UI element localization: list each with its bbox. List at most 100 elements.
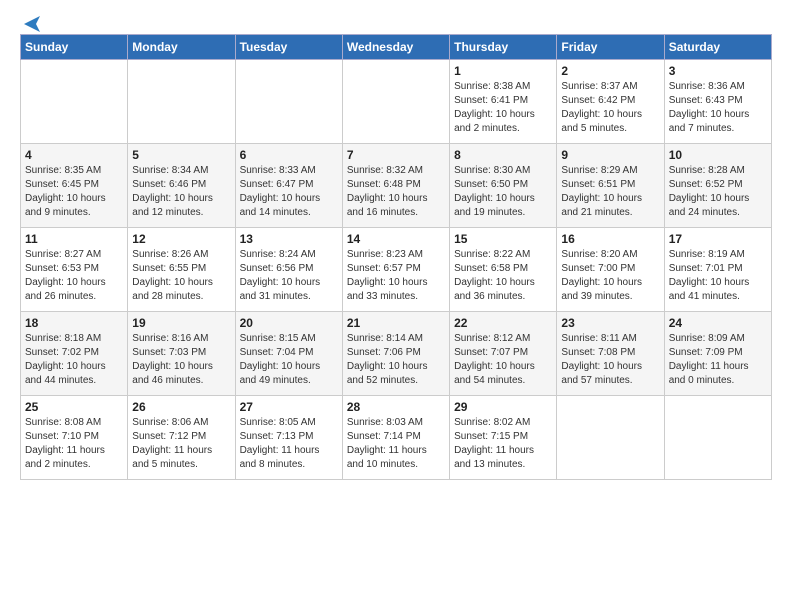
day-info: Sunrise: 8:23 AMSunset: 6:57 PMDaylight:…	[347, 248, 445, 304]
week-row-2: 11 Sunrise: 8:27 AMSunset: 6:53 PMDayligh…	[21, 228, 772, 312]
week-row-4: 25Sunrise: 8:08 AMSunset: 7:10 PMDayligh…	[21, 396, 772, 480]
cell-w1-d2: 6 Sunrise: 8:33 AMSunset: 6:47 PMDaylight…	[235, 144, 342, 228]
day-info: Sunrise: 8:29 AMSunset: 6:51 PMDaylight:…	[561, 164, 659, 220]
day-info: Sunrise: 8:33 AMSunset: 6:47 PMDaylight:…	[240, 164, 338, 220]
cell-w2-d6: 17 Sunrise: 8:19 AMSunset: 7:01 PMDayligh…	[664, 228, 771, 312]
week-row-0: 1 Sunrise: 8:38 AMSunset: 6:41 PMDaylight…	[21, 60, 772, 144]
day-number: 15	[454, 232, 552, 246]
cell-w3-d1: 19 Sunrise: 8:16 AMSunset: 7:03 PMDayligh…	[128, 312, 235, 396]
day-number: 14	[347, 232, 445, 246]
day-info: Sunrise: 8:24 AMSunset: 6:56 PMDaylight:…	[240, 248, 338, 304]
header-sunday: Sunday	[21, 35, 128, 60]
day-number: 26	[132, 400, 230, 414]
day-number: 28	[347, 400, 445, 414]
cell-w3-d0: 18 Sunrise: 8:18 AMSunset: 7:02 PMDayligh…	[21, 312, 128, 396]
day-number: 10	[669, 148, 767, 162]
day-number: 17	[669, 232, 767, 246]
day-info: Sunrise: 8:34 AMSunset: 6:46 PMDaylight:…	[132, 164, 230, 220]
day-info: Sunrise: 8:28 AMSunset: 6:52 PMDaylight:…	[669, 164, 767, 220]
day-number: 6	[240, 148, 338, 162]
header-thursday: Thursday	[450, 35, 557, 60]
day-info: Sunrise: 8:02 AMSunset: 7:15 PMDaylight:…	[454, 416, 552, 472]
day-number: 3	[669, 64, 767, 78]
cell-w2-d1: 12Sunrise: 8:26 AMSunset: 6:55 PMDayligh…	[128, 228, 235, 312]
cell-w0-d2	[235, 60, 342, 144]
cell-w4-d6	[664, 396, 771, 480]
cell-w1-d3: 7 Sunrise: 8:32 AMSunset: 6:48 PMDaylight…	[342, 144, 449, 228]
day-info: Sunrise: 8:30 AMSunset: 6:50 PMDaylight:…	[454, 164, 552, 220]
day-info: Sunrise: 8:03 AMSunset: 7:14 PMDaylight:…	[347, 416, 445, 472]
day-number: 21	[347, 316, 445, 330]
day-number: 2	[561, 64, 659, 78]
header-friday: Friday	[557, 35, 664, 60]
day-number: 9	[561, 148, 659, 162]
day-info: Sunrise: 8:32 AMSunset: 6:48 PMDaylight:…	[347, 164, 445, 220]
day-info: Sunrise: 8:19 AMSunset: 7:01 PMDaylight:…	[669, 248, 767, 304]
cell-w4-d3: 28 Sunrise: 8:03 AMSunset: 7:14 PMDayligh…	[342, 396, 449, 480]
day-info: Sunrise: 8:37 AMSunset: 6:42 PMDaylight:…	[561, 80, 659, 136]
logo-icon	[22, 16, 42, 32]
day-number: 4	[25, 148, 123, 162]
page: SundayMondayTuesdayWednesdayThursdayFrid…	[0, 0, 792, 490]
cell-w4-d1: 26 Sunrise: 8:06 AMSunset: 7:12 PMDayligh…	[128, 396, 235, 480]
cell-w0-d5: 2 Sunrise: 8:37 AMSunset: 6:42 PMDaylight…	[557, 60, 664, 144]
day-number: 8	[454, 148, 552, 162]
calendar-table: SundayMondayTuesdayWednesdayThursdayFrid…	[20, 34, 772, 480]
day-info: Sunrise: 8:22 AMSunset: 6:58 PMDaylight:…	[454, 248, 552, 304]
cell-w4-d2: 27 Sunrise: 8:05 AMSunset: 7:13 PMDayligh…	[235, 396, 342, 480]
cell-w3-d5: 23 Sunrise: 8:11 AMSunset: 7:08 PMDayligh…	[557, 312, 664, 396]
cell-w4-d5	[557, 396, 664, 480]
cell-w2-d3: 14 Sunrise: 8:23 AMSunset: 6:57 PMDayligh…	[342, 228, 449, 312]
cell-w3-d3: 21Sunrise: 8:14 AMSunset: 7:06 PMDayligh…	[342, 312, 449, 396]
logo	[20, 18, 42, 28]
day-number: 23	[561, 316, 659, 330]
day-number: 16	[561, 232, 659, 246]
cell-w3-d4: 22 Sunrise: 8:12 AMSunset: 7:07 PMDayligh…	[450, 312, 557, 396]
cell-w3-d6: 24Sunrise: 8:09 AMSunset: 7:09 PMDayligh…	[664, 312, 771, 396]
day-info: Sunrise: 8:11 AMSunset: 7:08 PMDaylight:…	[561, 332, 659, 388]
day-info: Sunrise: 8:08 AMSunset: 7:10 PMDaylight:…	[25, 416, 123, 472]
day-number: 24	[669, 316, 767, 330]
day-number: 22	[454, 316, 552, 330]
day-number: 19	[132, 316, 230, 330]
cell-w3-d2: 20 Sunrise: 8:15 AMSunset: 7:04 PMDayligh…	[235, 312, 342, 396]
day-number: 1	[454, 64, 552, 78]
cell-w0-d3	[342, 60, 449, 144]
header-tuesday: Tuesday	[235, 35, 342, 60]
day-info: Sunrise: 8:12 AMSunset: 7:07 PMDaylight:…	[454, 332, 552, 388]
cell-w2-d2: 13 Sunrise: 8:24 AMSunset: 6:56 PMDayligh…	[235, 228, 342, 312]
day-info: Sunrise: 8:05 AMSunset: 7:13 PMDaylight:…	[240, 416, 338, 472]
day-info: Sunrise: 8:15 AMSunset: 7:04 PMDaylight:…	[240, 332, 338, 388]
cell-w4-d0: 25Sunrise: 8:08 AMSunset: 7:10 PMDayligh…	[21, 396, 128, 480]
day-number: 5	[132, 148, 230, 162]
day-number: 12	[132, 232, 230, 246]
day-number: 29	[454, 400, 552, 414]
header-saturday: Saturday	[664, 35, 771, 60]
day-number: 20	[240, 316, 338, 330]
day-number: 13	[240, 232, 338, 246]
cell-w0-d4: 1 Sunrise: 8:38 AMSunset: 6:41 PMDaylight…	[450, 60, 557, 144]
cell-w0-d0	[21, 60, 128, 144]
day-info: Sunrise: 8:27 AMSunset: 6:53 PMDaylight:…	[25, 248, 123, 304]
header-wednesday: Wednesday	[342, 35, 449, 60]
day-info: Sunrise: 8:06 AMSunset: 7:12 PMDaylight:…	[132, 416, 230, 472]
day-info: Sunrise: 8:38 AMSunset: 6:41 PMDaylight:…	[454, 80, 552, 136]
day-info: Sunrise: 8:20 AMSunset: 7:00 PMDaylight:…	[561, 248, 659, 304]
cell-w1-d5: 9 Sunrise: 8:29 AMSunset: 6:51 PMDaylight…	[557, 144, 664, 228]
cell-w1-d6: 10 Sunrise: 8:28 AMSunset: 6:52 PMDayligh…	[664, 144, 771, 228]
day-number: 27	[240, 400, 338, 414]
day-number: 18	[25, 316, 123, 330]
header-row-days: SundayMondayTuesdayWednesdayThursdayFrid…	[21, 35, 772, 60]
day-info: Sunrise: 8:18 AMSunset: 7:02 PMDaylight:…	[25, 332, 123, 388]
day-number: 11	[25, 232, 123, 246]
cell-w4-d4: 29 Sunrise: 8:02 AMSunset: 7:15 PMDayligh…	[450, 396, 557, 480]
cell-w1-d1: 5 Sunrise: 8:34 AMSunset: 6:46 PMDaylight…	[128, 144, 235, 228]
day-info: Sunrise: 8:16 AMSunset: 7:03 PMDaylight:…	[132, 332, 230, 388]
day-info: Sunrise: 8:36 AMSunset: 6:43 PMDaylight:…	[669, 80, 767, 136]
cell-w0-d1	[128, 60, 235, 144]
cell-w1-d4: 8 Sunrise: 8:30 AMSunset: 6:50 PMDaylight…	[450, 144, 557, 228]
header-row	[20, 18, 772, 28]
header-monday: Monday	[128, 35, 235, 60]
day-number: 7	[347, 148, 445, 162]
cell-w2-d4: 15 Sunrise: 8:22 AMSunset: 6:58 PMDayligh…	[450, 228, 557, 312]
